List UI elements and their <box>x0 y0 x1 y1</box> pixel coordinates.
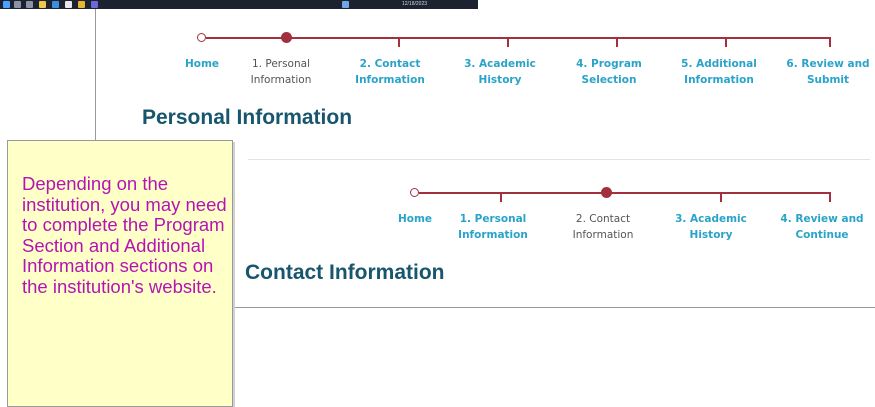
tray-date: 12/18/2023 <box>402 1 428 7</box>
step-program-selection-link[interactable]: 4. Program Selection <box>563 56 655 88</box>
store-icon[interactable] <box>52 1 59 8</box>
step-personal-information-link[interactable]: 1. Personal Information <box>447 211 539 243</box>
teams-icon[interactable] <box>91 1 98 8</box>
explorer-icon[interactable] <box>39 1 46 8</box>
current-step-node-icon <box>281 32 292 43</box>
stepper-track <box>419 192 831 194</box>
taskbar: 12/18/2023 <box>0 0 478 9</box>
chrome-icon[interactable] <box>78 1 85 8</box>
info-callout: Depending on the institution, you may ne… <box>7 140 233 407</box>
step-tick <box>398 39 400 47</box>
step-review-and-continue-link[interactable]: 4. Review and Continue <box>772 211 872 243</box>
step-review-and-submit-link[interactable]: 6. Review and Submit <box>782 56 874 88</box>
step-contact-information: 2. Contact Information <box>572 213 634 241</box>
stepper-track <box>206 37 831 39</box>
step-home-link[interactable]: Home <box>390 211 440 227</box>
search-icon[interactable] <box>14 1 21 8</box>
page-title: Personal Information <box>142 106 353 129</box>
step-tick <box>725 39 727 47</box>
step-tick <box>829 194 831 202</box>
network-icon[interactable] <box>342 1 349 8</box>
step-academic-history-link[interactable]: 3. Academic History <box>454 56 546 88</box>
step-tick <box>616 39 618 47</box>
windows-icon[interactable] <box>3 1 10 8</box>
task-view-icon[interactable] <box>26 1 33 8</box>
current-step-node-icon <box>601 187 612 198</box>
home-node-icon[interactable] <box>410 188 419 197</box>
step-tick <box>507 39 509 47</box>
step-tick <box>720 194 722 202</box>
callout-text: Depending on the institution, you may ne… <box>22 173 227 297</box>
home-node-icon[interactable] <box>197 33 206 42</box>
step-home-link[interactable]: Home <box>176 56 228 72</box>
step-academic-history-link[interactable]: 3. Academic History <box>665 211 757 243</box>
mail-icon[interactable] <box>65 1 72 8</box>
step-contact-information-link[interactable]: 2. Contact Information <box>344 56 436 88</box>
step-personal-information: 1. Personal Information <box>250 58 312 86</box>
step-additional-information-link[interactable]: 5. Additional Information <box>670 56 768 88</box>
step-tick <box>829 39 831 47</box>
section-title: Contact Information <box>245 261 445 284</box>
step-tick <box>500 194 502 202</box>
